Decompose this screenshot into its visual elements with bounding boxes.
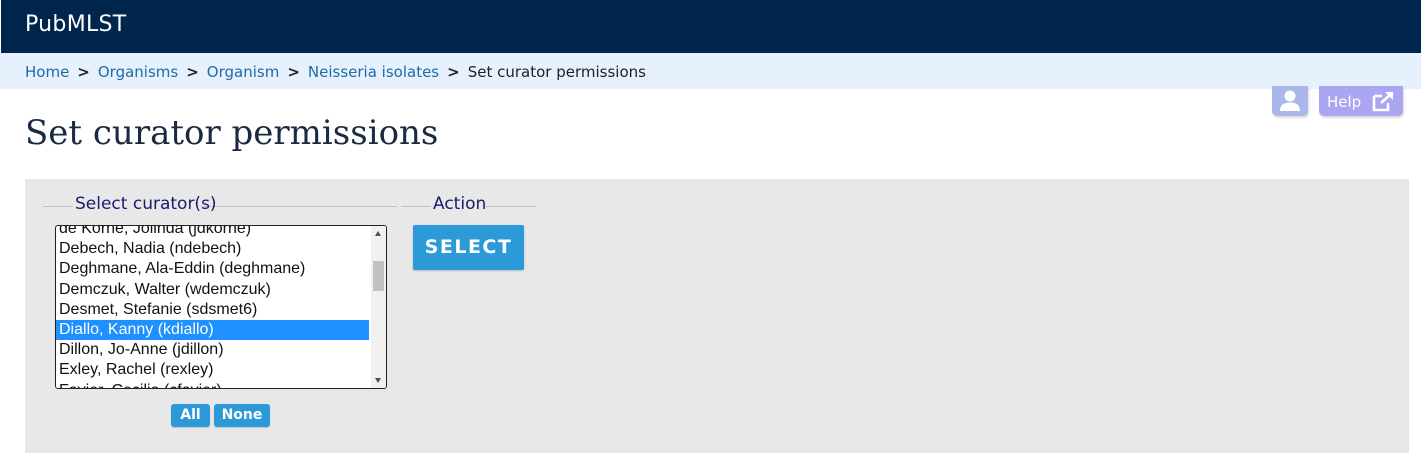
breadcrumb-bar: Home > Organisms > Organism > Neisseria isolat…: [0, 53, 1421, 89]
permissions-form: Select curator(s) de Korne, Jolinda (jdk…: [25, 179, 1409, 453]
page-title: Set curator permissions: [25, 113, 439, 153]
breadcrumb-separator: >: [77, 63, 90, 81]
curators-legend: Select curator(s): [75, 194, 217, 214]
breadcrumb-organism[interactable]: Organism: [207, 63, 280, 81]
curator-option[interactable]: Deghmane, Ala-Eddin (deghmane): [56, 259, 369, 279]
listbox-scrollbar[interactable]: [371, 226, 386, 388]
action-legend: Action: [433, 194, 487, 214]
user-button[interactable]: [1272, 86, 1308, 116]
external-link-icon: [1372, 92, 1393, 112]
help-label: Help: [1327, 93, 1362, 111]
scroll-up-arrow-icon[interactable]: [375, 231, 381, 236]
curator-option[interactable]: Desmet, Stefanie (sdsmet6): [56, 300, 369, 320]
curator-option[interactable]: Demczuk, Walter (wdemczuk): [56, 280, 369, 300]
fieldset-border: [43, 206, 73, 207]
breadcrumb-separator: >: [186, 63, 199, 81]
breadcrumb-organisms[interactable]: Organisms: [98, 63, 178, 81]
breadcrumb-home[interactable]: Home: [25, 63, 69, 81]
curator-listbox[interactable]: de Korne, Jolinda (jdkorne) Debech, Nadia…: [55, 225, 387, 389]
fieldset-border: [201, 206, 397, 207]
select-button[interactable]: SELECT: [413, 225, 524, 270]
curator-option[interactable]: de Korne, Jolinda (jdkorne): [56, 226, 369, 239]
scroll-down-arrow-icon[interactable]: [375, 378, 381, 383]
curator-option[interactable]: Diallo, Kanny (kdiallo): [56, 319, 369, 341]
scrollbar-thumb[interactable]: [373, 261, 384, 291]
user-icon: [1280, 90, 1300, 111]
fieldset-border: [483, 206, 536, 207]
select-all-button[interactable]: All: [171, 404, 210, 427]
site-title[interactable]: PubMLST: [25, 12, 127, 37]
curator-option[interactable]: Favier, Cecilia (cfavier): [56, 381, 369, 389]
curator-option[interactable]: Debech, Nadia (ndebech): [56, 239, 369, 259]
breadcrumb-current: Set curator permissions: [467, 63, 646, 81]
breadcrumb-neisseria-isolates[interactable]: Neisseria isolates: [308, 63, 439, 81]
breadcrumb: Home > Organisms > Organism > Neisseria isolat…: [25, 63, 646, 81]
breadcrumb-separator: >: [287, 63, 300, 81]
help-button[interactable]: Help: [1319, 86, 1403, 116]
fieldset-border: [401, 206, 431, 207]
curator-option[interactable]: Dillon, Jo-Anne (jdillon): [56, 340, 369, 360]
curator-options: de Korne, Jolinda (jdkorne) Debech, Nadia…: [56, 226, 369, 389]
breadcrumb-separator: >: [447, 63, 460, 81]
select-none-button[interactable]: None: [214, 404, 270, 427]
curator-option[interactable]: Exley, Rachel (rexley): [56, 360, 369, 380]
site-header: PubMLST: [0, 0, 1421, 53]
